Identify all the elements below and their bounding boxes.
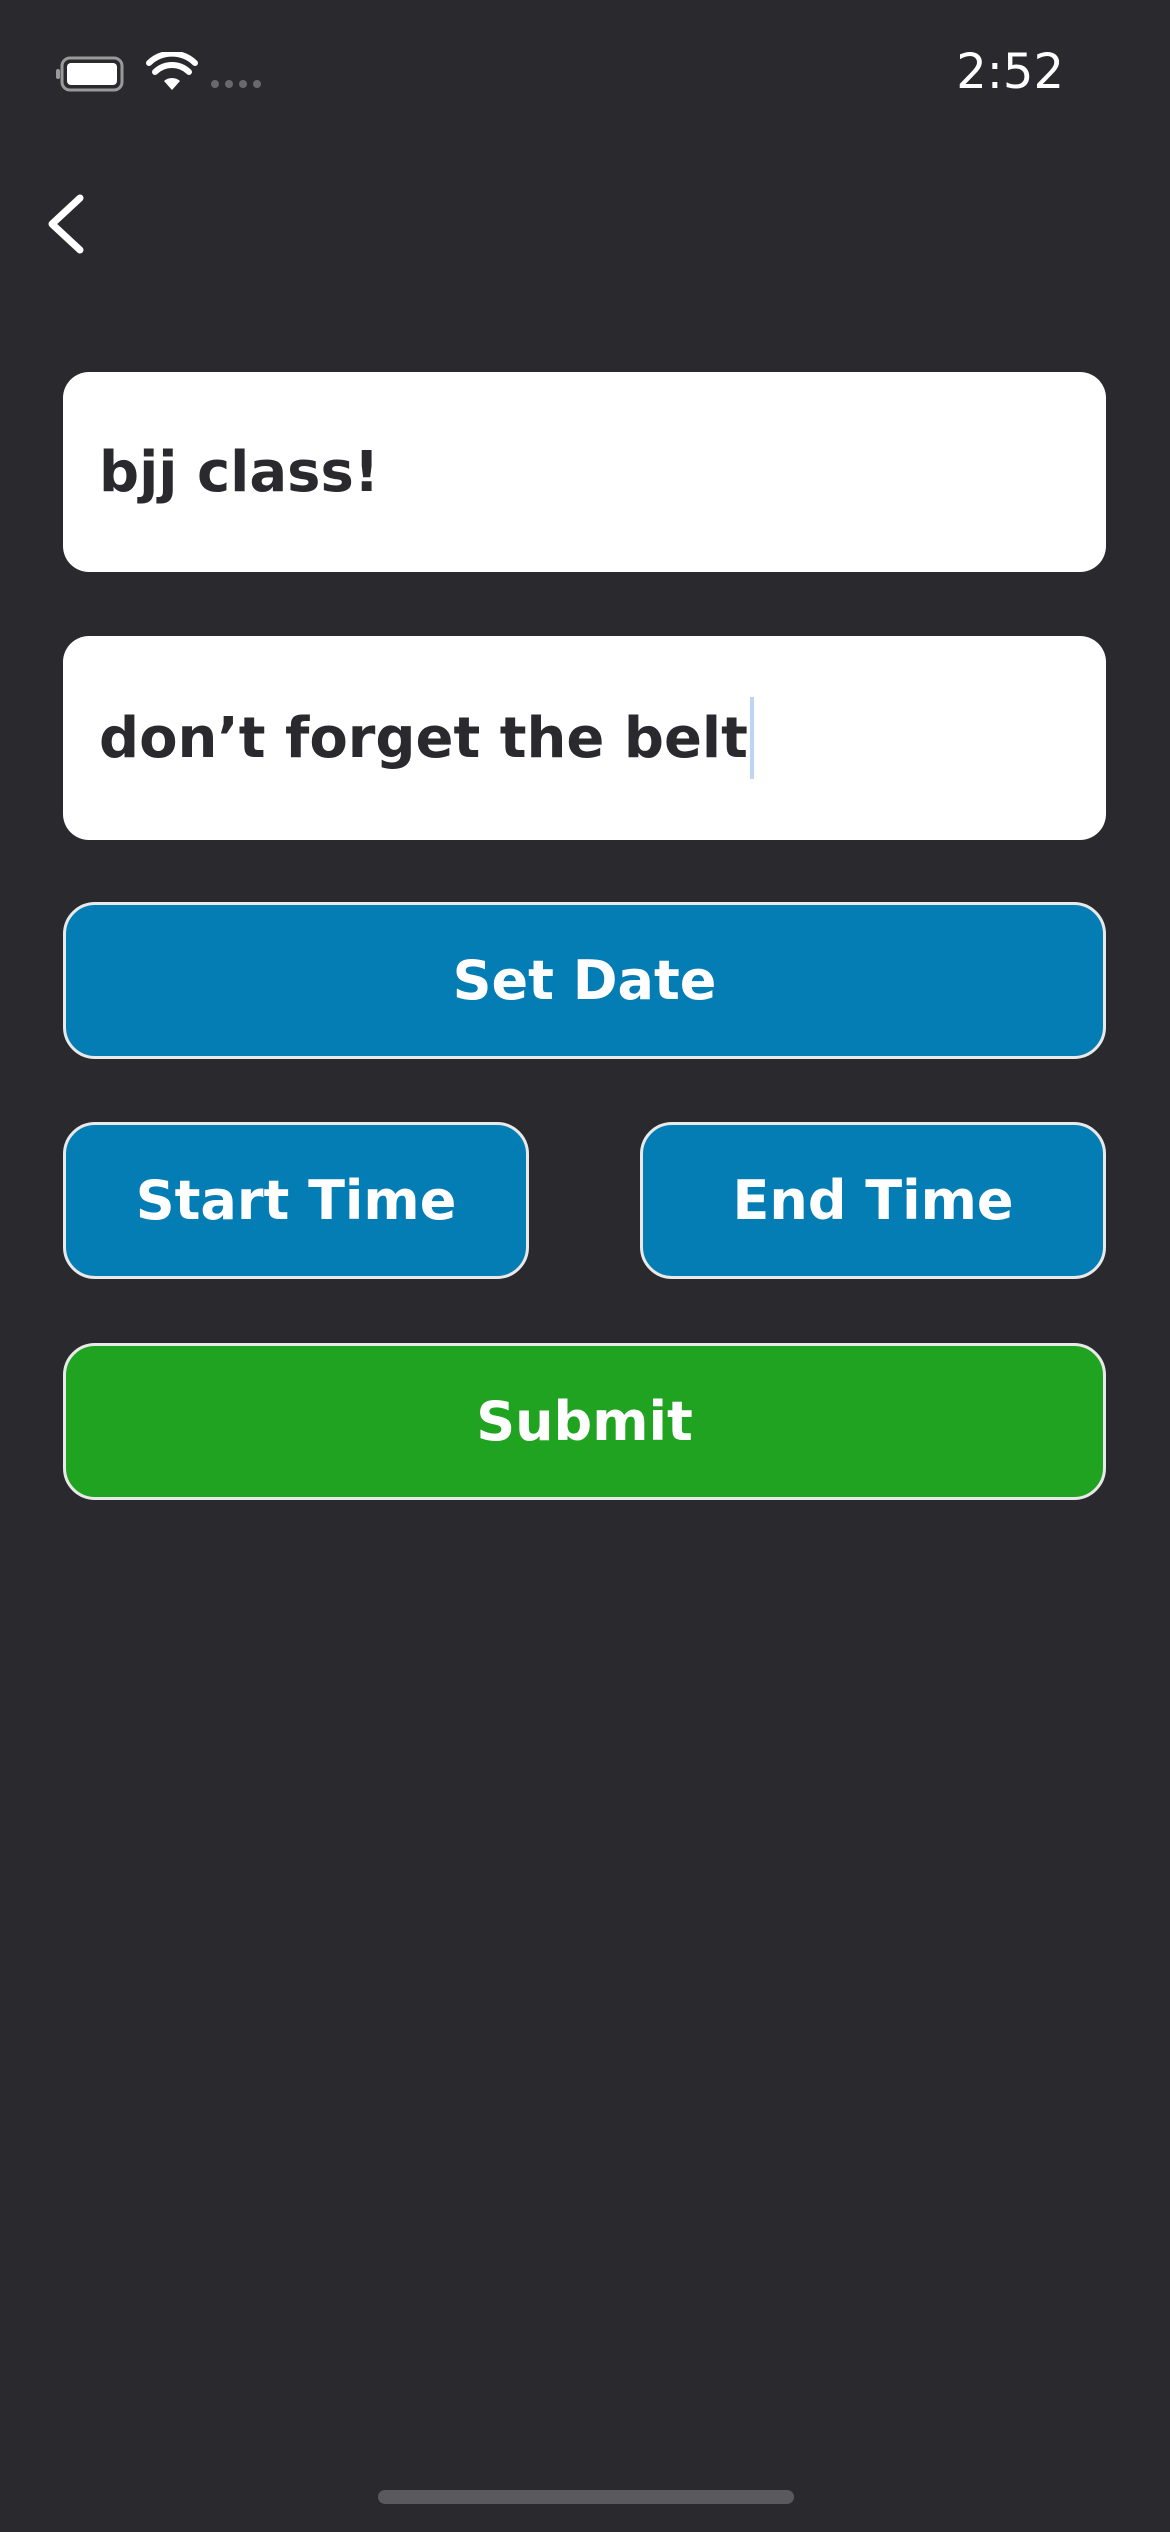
event-title-value: bjj class!	[99, 439, 380, 505]
status-time: 2:52	[956, 44, 1064, 100]
event-notes-value: don’t forget the belt	[99, 705, 748, 771]
end-time-button[interactable]: End Time	[640, 1122, 1106, 1279]
set-date-button[interactable]: Set Date	[63, 902, 1106, 1059]
text-caret	[749, 697, 754, 779]
battery-icon	[56, 56, 124, 92]
cellular-signal-icon	[211, 80, 261, 88]
event-title-input[interactable]: bjj class!	[63, 372, 1106, 572]
start-time-button[interactable]: Start Time	[63, 1122, 529, 1279]
submit-button[interactable]: Submit	[63, 1343, 1106, 1500]
status-bar: 2:52	[0, 0, 1170, 150]
home-indicator[interactable]	[378, 2490, 794, 2504]
chevron-left-icon	[48, 194, 84, 254]
event-notes-input[interactable]: don’t forget the belt	[63, 636, 1106, 840]
back-button[interactable]	[36, 186, 100, 262]
wifi-icon	[146, 52, 198, 90]
